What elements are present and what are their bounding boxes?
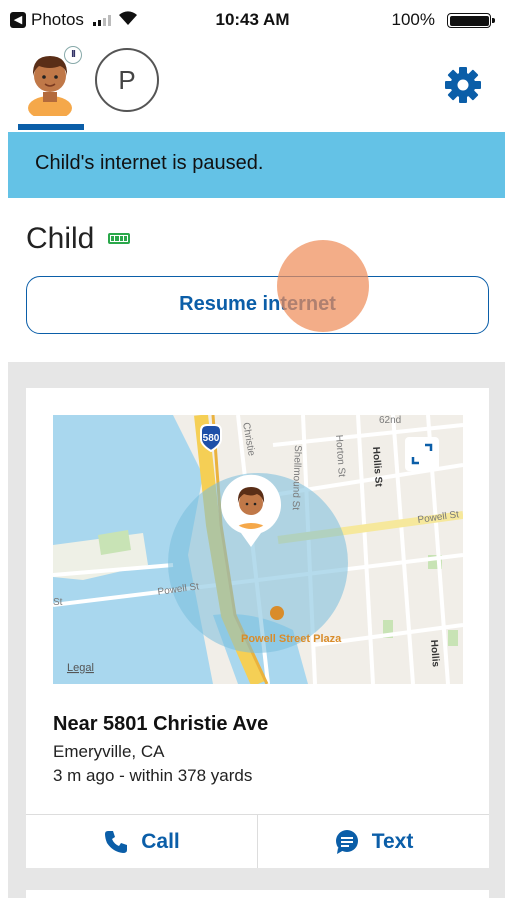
- street-label-st: St: [53, 597, 63, 608]
- resume-internet-button[interactable]: Resume internet: [26, 276, 489, 334]
- paused-banner: Child's internet is paused.: [8, 132, 505, 198]
- call-label: Call: [141, 829, 180, 853]
- street-label-shellmound: Shellmound St: [290, 445, 303, 511]
- location-detail: 3 m ago - within 378 yards: [53, 766, 253, 785]
- location-map[interactable]: 580 Christie Shellmound St Horton St Hol…: [53, 415, 463, 684]
- status-bar: ◀ Photos 10:43 AM 100%: [0, 0, 505, 40]
- family-header: II P: [0, 40, 505, 132]
- paused-badge: II: [64, 46, 82, 64]
- next-card: [26, 890, 489, 898]
- battery-percent: 100%: [391, 10, 435, 29]
- street-label-62nd: 62nd: [379, 415, 401, 426]
- chat-bubble-icon: [335, 829, 358, 854]
- location-title: Near 5801 Christie Ave: [53, 713, 269, 735]
- place-pin-icon: [270, 606, 284, 620]
- battery-icon: [447, 13, 495, 28]
- child-name: Child: [26, 222, 95, 255]
- text-button[interactable]: Text: [257, 815, 489, 868]
- expand-map-icon: [405, 437, 439, 471]
- highway-shield-text: 580: [203, 433, 220, 444]
- phone-icon: [105, 830, 128, 853]
- banner-text: Child's internet is paused.: [35, 152, 264, 174]
- battery-full-icon: [108, 233, 130, 244]
- map-place-label: Powell Street Plaza: [241, 633, 342, 645]
- card-actions: Call Text: [26, 814, 489, 868]
- text-label: Text: [371, 829, 414, 853]
- location-city: Emeryville, CA: [53, 742, 165, 761]
- member-avatar-p[interactable]: P: [95, 48, 159, 112]
- map-legal-link: Legal: [67, 662, 94, 674]
- call-button[interactable]: Call: [26, 815, 257, 868]
- gear-icon[interactable]: [444, 66, 482, 104]
- street-label-hollis-2: Hollis: [428, 639, 441, 667]
- selected-indicator: [18, 124, 84, 130]
- touch-indicator: [277, 240, 369, 332]
